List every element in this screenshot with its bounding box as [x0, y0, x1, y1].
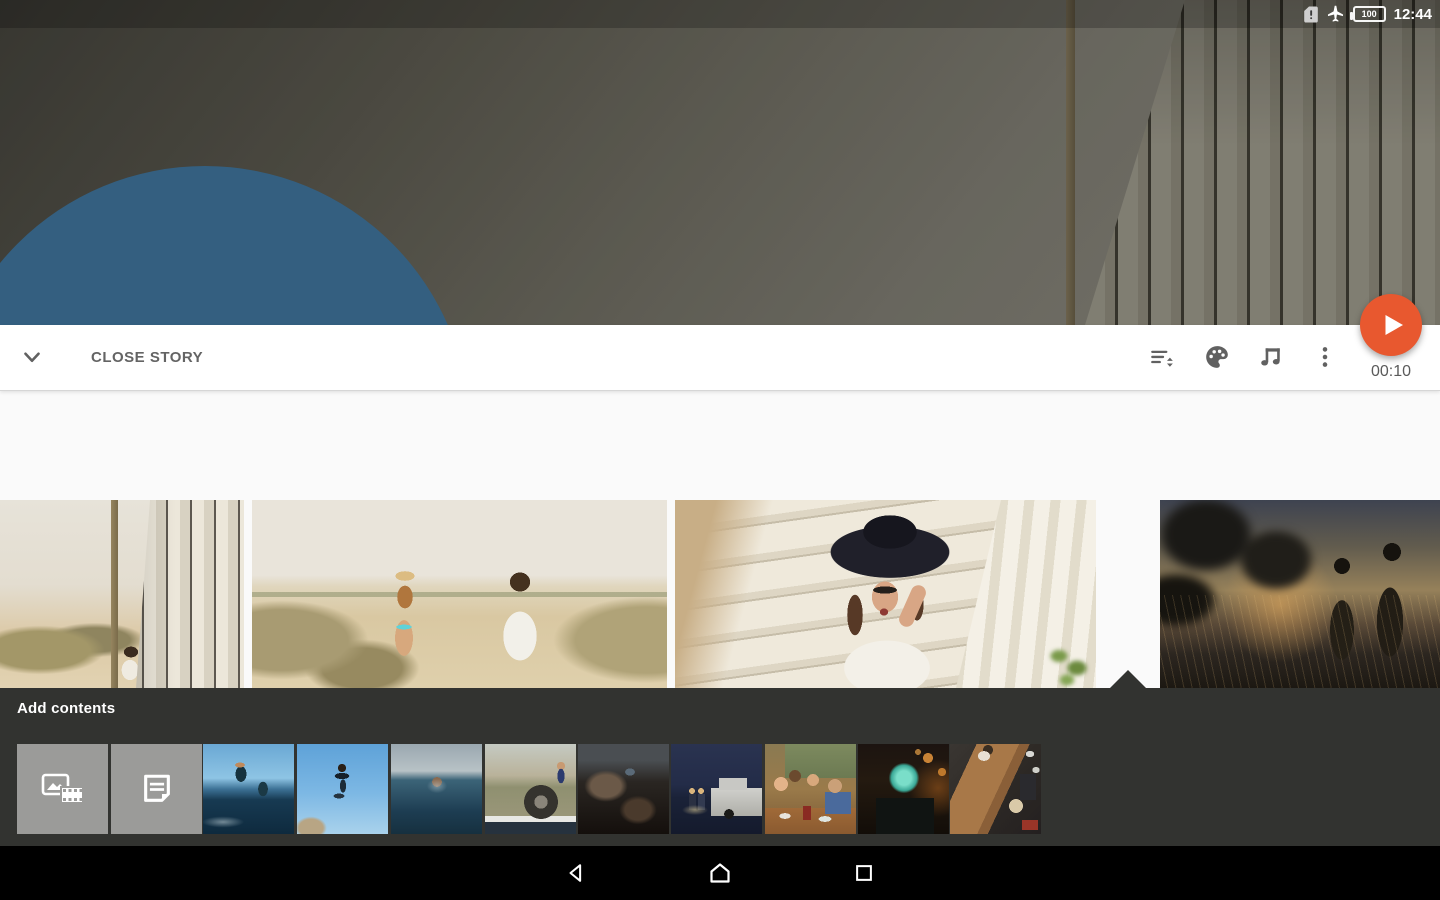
play-icon: [1378, 310, 1408, 340]
timeline-strip: [0, 390, 1440, 688]
back-button[interactable]: [552, 851, 600, 895]
theme-button[interactable]: [1193, 333, 1241, 381]
overflow-menu-button[interactable]: [1301, 333, 1349, 381]
add-photo-video-button[interactable]: [17, 744, 108, 834]
media-thumbnail-3[interactable]: [391, 744, 482, 834]
status-bar: 100 12:44: [0, 0, 1440, 28]
photo-detail: [1160, 595, 1440, 688]
add-text-button[interactable]: [111, 744, 202, 834]
home-icon: [708, 861, 732, 885]
media-thumbnail-1[interactable]: [203, 744, 294, 834]
clock: 12:44: [1394, 6, 1432, 23]
playlist-sort-icon: [1149, 344, 1175, 370]
timeline-photo-1[interactable]: [0, 500, 244, 688]
media-thumbnail-2[interactable]: [297, 744, 388, 834]
media-thumbnail-4[interactable]: [485, 744, 576, 834]
media-thumbnail-5[interactable]: [578, 744, 669, 834]
recents-button[interactable]: [840, 851, 888, 895]
editor-toolbar: CLOSE STORY: [0, 325, 1440, 390]
media-thumbnail-8[interactable]: [858, 744, 949, 834]
media-thumbnail-6[interactable]: [671, 744, 762, 834]
hero-dim-overlay: [0, 0, 1440, 325]
battery-percent: 100: [1362, 9, 1377, 19]
movie-creator-screen: 100 12:44 CLOSE STORY: [0, 0, 1440, 900]
collapse-story-button[interactable]: [8, 333, 56, 381]
timeline-photo-4[interactable]: [1160, 500, 1440, 688]
photo-detail: [897, 583, 929, 629]
music-button[interactable]: [1246, 333, 1294, 381]
palette-icon: [1204, 344, 1230, 370]
status-icons: 100 12:44: [1304, 0, 1432, 28]
overflow-menu-icon: [1312, 344, 1338, 370]
no-sim-icon: [1304, 6, 1318, 23]
home-button[interactable]: [696, 851, 744, 895]
photo-detail: [1043, 638, 1095, 688]
play-button[interactable]: [1360, 294, 1422, 356]
photo-detail: [120, 500, 244, 688]
close-story-button[interactable]: CLOSE STORY: [91, 349, 203, 366]
timeline-photo-2[interactable]: [252, 500, 667, 688]
photo-detail: [111, 500, 118, 688]
video-preview[interactable]: 100 12:44: [0, 0, 1440, 325]
add-contents-title: Add contents: [17, 700, 115, 717]
insert-position-caret: [1109, 670, 1147, 689]
chevron-down-icon: [19, 344, 45, 370]
media-thumbnail-9[interactable]: [950, 744, 1041, 834]
music-note-icon: [1257, 344, 1283, 370]
add-contents-panel: Add contents: [0, 688, 1440, 846]
media-thumbnail-7[interactable]: [765, 744, 856, 834]
battery-icon: 100: [1353, 6, 1386, 22]
airplane-mode-icon: [1326, 5, 1345, 24]
story-duration: 00:10: [1351, 363, 1431, 381]
back-icon: [565, 862, 587, 884]
reorder-clips-button[interactable]: [1138, 333, 1186, 381]
photo-filmstrip-icon: [40, 770, 86, 808]
recents-icon: [853, 862, 875, 884]
timeline-photo-3[interactable]: [675, 500, 1096, 688]
note-text-icon: [140, 772, 174, 806]
android-nav-bar: [0, 846, 1440, 900]
